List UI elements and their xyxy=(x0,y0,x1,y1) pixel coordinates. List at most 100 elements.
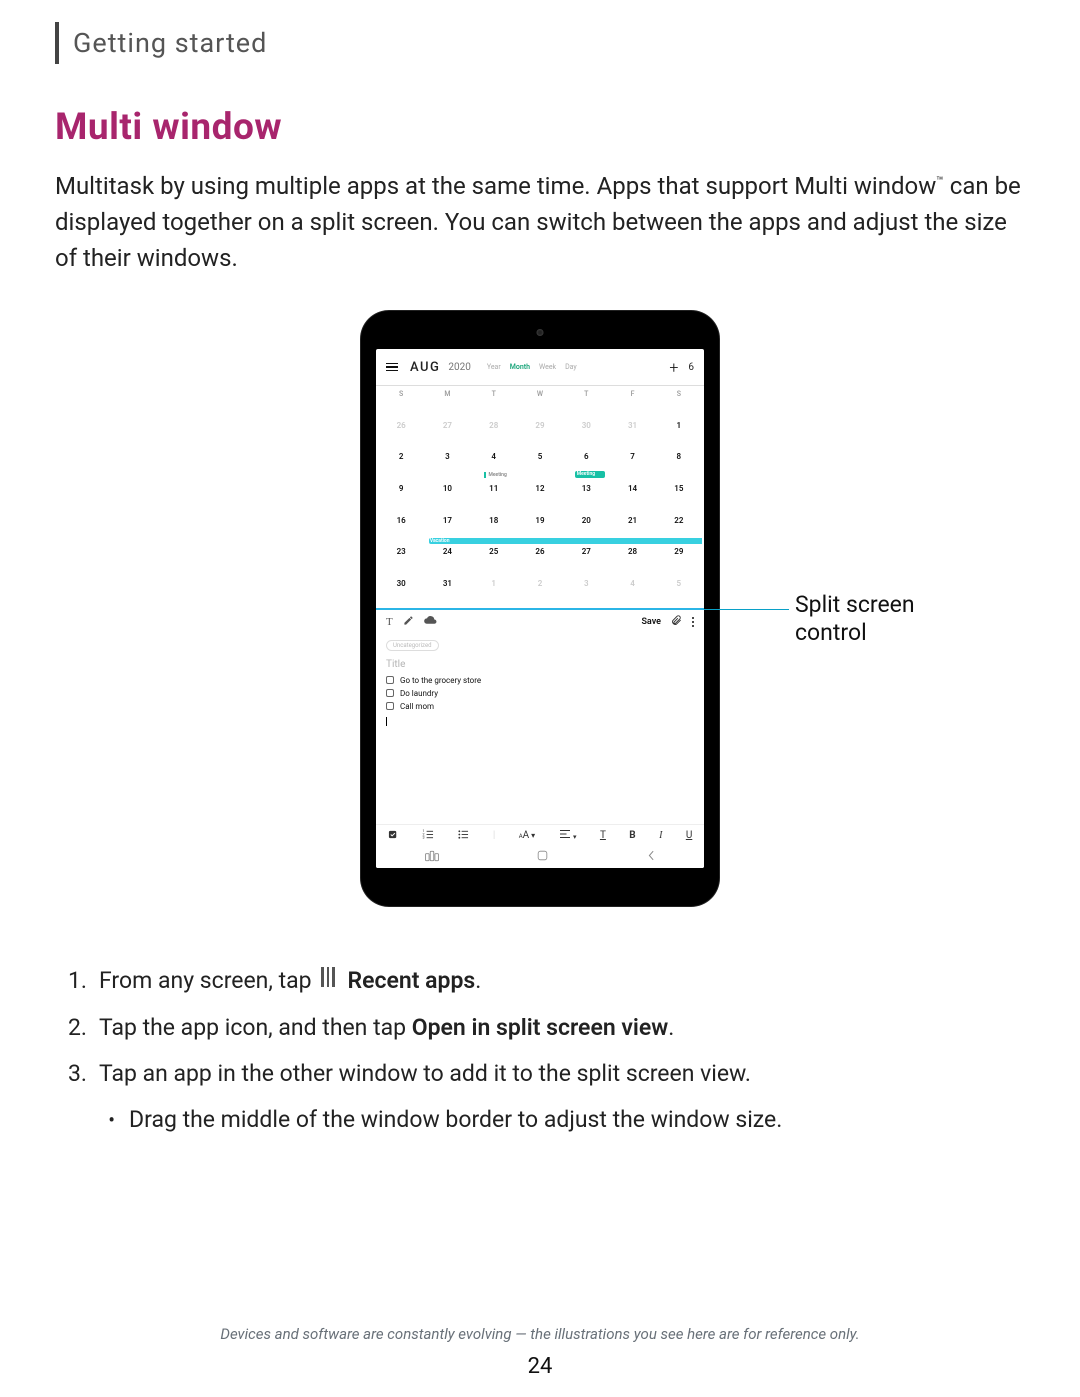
page-title: Multi window xyxy=(55,106,1025,149)
checklist-item-label: Call mom xyxy=(400,702,434,711)
calendar-cell[interactable]: 31 xyxy=(609,418,655,450)
back-nav-icon[interactable] xyxy=(646,849,656,865)
note-format-toolbar: 123 | AA ▾ ▾ T B I U xyxy=(376,824,704,846)
sub-bullet: • Drag the middle of the window border t… xyxy=(55,1100,1025,1140)
attach-icon[interactable] xyxy=(671,615,682,629)
calendar-day-header: T xyxy=(471,386,517,418)
add-event-icon[interactable]: + xyxy=(669,358,678,377)
text-mode-icon[interactable]: T xyxy=(386,616,393,628)
underline-icon[interactable]: U xyxy=(686,830,692,841)
bullet-list-icon[interactable] xyxy=(457,829,469,843)
calendar-day-header: S xyxy=(378,386,424,418)
calendar-app: AUG 2020 Year Month Week Day + xyxy=(376,349,704,608)
checklist-item[interactable]: Do laundry xyxy=(386,689,694,698)
calendar-cell[interactable]: 18 xyxy=(471,513,517,545)
note-tag[interactable]: Uncategorized xyxy=(386,640,439,651)
calendar-year: 2020 xyxy=(448,362,470,373)
checklist-item[interactable]: Go to the grocery store xyxy=(386,676,694,685)
calendar-cell[interactable]: 16 xyxy=(378,513,424,545)
view-day[interactable]: Day xyxy=(565,363,577,371)
nav-bar xyxy=(376,846,704,868)
checklist-icon[interactable] xyxy=(388,829,399,843)
align-icon[interactable]: ▾ xyxy=(559,829,577,842)
step-text: Tap an app in the other window to add it… xyxy=(99,1054,1025,1094)
step-bold: Open in split screen view xyxy=(412,1014,668,1041)
calendar-cell[interactable]: 1 xyxy=(656,418,702,450)
view-week[interactable]: Week xyxy=(539,363,556,371)
calendar-cell[interactable]: 20 xyxy=(563,513,609,545)
calendar-cell[interactable]: 19 xyxy=(517,513,563,545)
checkbox-icon[interactable] xyxy=(386,676,394,684)
recents-nav-icon[interactable] xyxy=(425,850,439,865)
calendar-toolbar: AUG 2020 Year Month Week Day + xyxy=(376,349,704,385)
today-icon[interactable]: 6 xyxy=(688,362,694,373)
calendar-cell[interactable]: 22 xyxy=(656,513,702,545)
calendar-cell[interactable]: 15 xyxy=(656,481,702,513)
calendar-cell[interactable]: 3 xyxy=(563,576,609,608)
calendar-cell[interactable]: 5 xyxy=(517,449,563,481)
calendar-cell[interactable]: 14 xyxy=(609,481,655,513)
calendar-cell[interactable]: 30 xyxy=(563,418,609,450)
italic-icon[interactable]: I xyxy=(659,830,662,841)
hamburger-icon[interactable] xyxy=(386,363,398,372)
calendar-cell[interactable]: 13 xyxy=(563,481,609,513)
view-month[interactable]: Month xyxy=(510,363,530,371)
cloud-icon[interactable] xyxy=(424,615,437,628)
calendar-cell[interactable]: 10 xyxy=(424,481,470,513)
calendar-cell[interactable]: 24 xyxy=(424,544,470,576)
calendar-cell[interactable]: 27 xyxy=(563,544,609,576)
calendar-cell[interactable]: 26 xyxy=(517,544,563,576)
calendar-cell[interactable]: 4 xyxy=(609,576,655,608)
bold-icon[interactable]: B xyxy=(629,830,635,841)
calendar-cell[interactable]: 28 xyxy=(471,418,517,450)
calendar-cell[interactable]: 6Meeting xyxy=(563,449,609,481)
text-cursor xyxy=(386,717,387,726)
recent-apps-icon xyxy=(321,960,338,1000)
step-bold: Recent apps xyxy=(348,967,476,994)
home-nav-icon[interactable] xyxy=(536,849,549,865)
calendar-cell[interactable]: 29 xyxy=(517,418,563,450)
calendar-cell[interactable]: 12 xyxy=(517,481,563,513)
calendar-cell[interactable]: 3 xyxy=(424,449,470,481)
font-color-icon[interactable]: T xyxy=(600,830,606,841)
step-number: 3. xyxy=(55,1054,99,1094)
checklist-item[interactable]: Call mom xyxy=(386,702,694,711)
calendar-cell[interactable]: 27 xyxy=(424,418,470,450)
more-icon[interactable] xyxy=(692,617,694,627)
font-size-icon[interactable]: AA ▾ xyxy=(519,830,535,841)
checkbox-icon[interactable] xyxy=(386,689,394,697)
notes-body[interactable]: Uncategorized Title Go to the grocery st… xyxy=(376,634,704,825)
view-year[interactable]: Year xyxy=(487,363,501,371)
save-button[interactable]: Save xyxy=(641,617,661,627)
calendar-grid: SMTWTFS2627282930311234Meeting56Meeting7… xyxy=(376,386,704,608)
note-title-field[interactable]: Title xyxy=(386,659,694,670)
calendar-cell[interactable]: 25 xyxy=(471,544,517,576)
split-screen-control[interactable] xyxy=(376,608,704,610)
calendar-cell[interactable]: 31 xyxy=(424,576,470,608)
calendar-cell[interactable]: 26 xyxy=(378,418,424,450)
step-number: 2. xyxy=(55,1008,99,1048)
calendar-cell[interactable]: 21 xyxy=(609,513,655,545)
calendar-cell[interactable]: 7 xyxy=(609,449,655,481)
calendar-cell[interactable]: 2 xyxy=(517,576,563,608)
notes-toolbar: T Save xyxy=(376,610,704,634)
numbered-list-icon[interactable]: 123 xyxy=(422,829,434,843)
calendar-cell[interactable]: 29 xyxy=(656,544,702,576)
calendar-cell[interactable]: 2 xyxy=(378,449,424,481)
calendar-cell[interactable]: 28 xyxy=(609,544,655,576)
step-number: 1. xyxy=(55,961,99,1002)
calendar-cell[interactable]: 23 xyxy=(378,544,424,576)
calendar-cell[interactable]: 5 xyxy=(656,576,702,608)
checkbox-icon[interactable] xyxy=(386,702,394,710)
calendar-cell[interactable]: 1 xyxy=(471,576,517,608)
calendar-day-header: S xyxy=(656,386,702,418)
calendar-cell[interactable]: 9 xyxy=(378,481,424,513)
pen-icon[interactable] xyxy=(403,615,414,629)
calendar-cell[interactable]: 30 xyxy=(378,576,424,608)
calendar-cell[interactable]: 11 xyxy=(471,481,517,513)
step-suffix: . xyxy=(668,1014,674,1041)
calendar-cell[interactable]: 17Vacation xyxy=(424,513,470,545)
calendar-cell[interactable]: 4Meeting xyxy=(471,449,517,481)
calendar-cell[interactable]: 8 xyxy=(656,449,702,481)
calendar-view-tabs[interactable]: Year Month Week Day xyxy=(487,363,577,371)
